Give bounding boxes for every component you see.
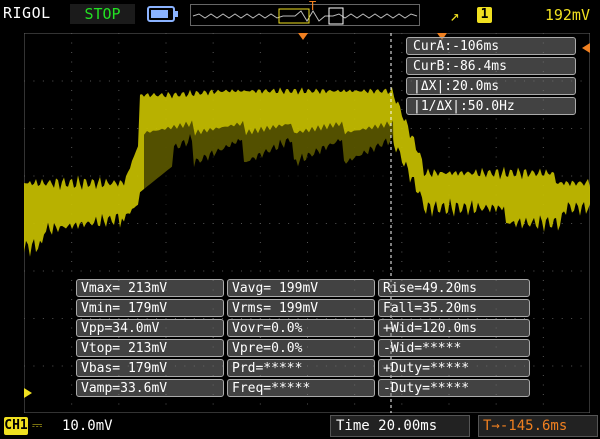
waveform-display[interactable]: CurA:-106ms CurB:-86.4ms |ΔX|:20.0ms |1/…: [23, 32, 591, 414]
dc-coupling-icon: ⎓: [32, 418, 43, 433]
measurement-cell: Fall=35.20ms: [378, 299, 530, 317]
measurement-cell: Freq=*****: [227, 379, 375, 397]
measurement-cell: Prd=*****: [227, 359, 375, 377]
run-stop-status[interactable]: STOP: [70, 4, 135, 24]
status-bar: RIGOL STOP T ↗ 1 192mV: [0, 0, 600, 30]
timebase[interactable]: Time 20.00ms: [330, 415, 470, 437]
cursor-b-readout: CurB:-86.4ms: [406, 57, 576, 75]
trigger-position-marker: T: [309, 0, 317, 13]
channel-1-badge[interactable]: CH1: [4, 417, 28, 435]
trigger-offset[interactable]: T→-145.6ms: [478, 415, 598, 437]
measurement-cell: Vmin= 179mV: [76, 299, 224, 317]
trigger-settings[interactable]: ↗ 1 192mV: [440, 2, 598, 28]
memory-waveform-preview: [192, 7, 418, 25]
measurement-cell: Rise=49.20ms: [378, 279, 530, 297]
memory-depth-indicator: T: [190, 0, 420, 26]
battery-icon: [147, 6, 178, 22]
measurement-cell: +Duty=*****: [378, 359, 530, 377]
bottom-status-bar: CH1 ⎓ 10.0mV Time 20.00ms T→-145.6ms: [0, 413, 600, 439]
measurement-cell: Vovr=0.0%: [227, 319, 375, 337]
cursor-a-readout: CurA:-106ms: [406, 37, 576, 55]
trigger-offset-value: -145.6ms: [499, 418, 568, 434]
measurement-cell: Vpre=0.0%: [227, 339, 375, 357]
measurement-cell: Vrms= 199mV: [227, 299, 375, 317]
measurement-cell: +Wid=120.0ms: [378, 319, 530, 337]
measurement-cell: Vtop= 213mV: [76, 339, 224, 357]
cursor-inverse-delta: |1/ΔX|:50.0Hz: [406, 97, 576, 115]
measurement-cell: Vbas= 179mV: [76, 359, 224, 377]
measurement-cell: Vamp=33.6mV: [76, 379, 224, 397]
cursor-delta-x: |ΔX|:20.0ms: [406, 77, 576, 95]
trigger-offset-icon: T→: [483, 418, 500, 434]
measurement-cell: -Wid=*****: [378, 339, 530, 357]
rising-edge-icon: ↗: [450, 6, 460, 25]
measurement-cell: Vavg= 199mV: [227, 279, 375, 297]
battery-level: [151, 10, 168, 18]
vertical-scale: 10.0mV: [62, 418, 113, 434]
measurement-cell: -Duty=*****: [378, 379, 530, 397]
trigger-level: 192mV: [544, 6, 590, 24]
measurement-cell: Vpp=34.0mV: [76, 319, 224, 337]
trigger-source: 1: [477, 7, 492, 23]
brand-logo: RIGOL: [3, 4, 51, 22]
measurement-cell: Vmax= 213mV: [76, 279, 224, 297]
